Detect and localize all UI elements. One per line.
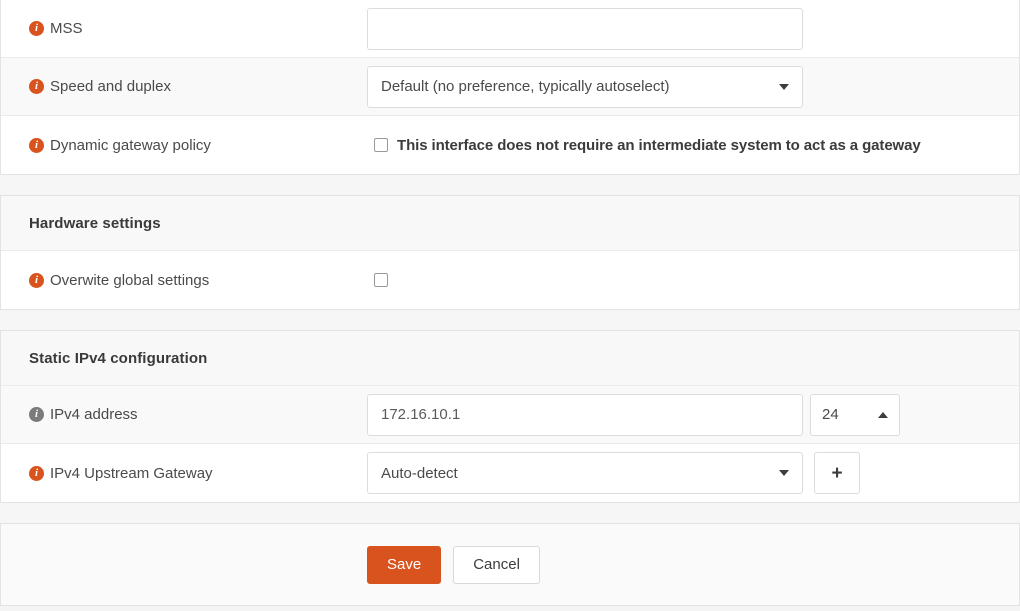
label-cell-dynamic-gateway-policy: i Dynamic gateway policy xyxy=(1,137,367,154)
dynamic-gateway-policy-checkbox-wrap[interactable]: This interface does not require an inter… xyxy=(367,137,921,154)
speed-and-duplex-select[interactable]: Default (no preference, typically autose… xyxy=(367,66,803,108)
section-title: Static IPv4 configuration xyxy=(1,350,207,367)
label-cell-ipv4-address: i IPv4 address xyxy=(1,406,367,423)
row-mss: i MSS xyxy=(1,0,1019,58)
info-icon[interactable]: i xyxy=(29,273,44,288)
field-label-mss: MSS xyxy=(50,20,83,37)
info-icon[interactable]: i xyxy=(29,21,44,36)
control-cell-speed-and-duplex: Default (no preference, typically autose… xyxy=(367,66,1019,108)
section-divider xyxy=(0,502,1020,524)
dynamic-gateway-policy-checkbox[interactable] xyxy=(374,138,388,152)
control-cell-dynamic-gateway-policy: This interface does not require an inter… xyxy=(367,137,1019,154)
chevron-down-icon xyxy=(779,84,789,90)
section-static-ipv4-configuration: Static IPv4 configuration i IPv4 address… xyxy=(0,331,1020,502)
section-interface-settings: i MSS i Speed and duplex Default (no pre… xyxy=(0,0,1020,174)
info-icon[interactable]: i xyxy=(29,138,44,153)
speed-and-duplex-selected-value: Default (no preference, typically autose… xyxy=(381,78,669,95)
label-cell-ipv4-upstream-gateway: i IPv4 Upstream Gateway xyxy=(1,465,367,482)
chevron-up-icon xyxy=(878,412,888,418)
section-title: Hardware settings xyxy=(1,215,161,232)
chevron-down-icon xyxy=(779,470,789,476)
label-cell-mss: i MSS xyxy=(1,20,367,37)
mss-input[interactable] xyxy=(367,8,803,50)
info-icon[interactable]: i xyxy=(29,407,44,422)
control-cell-ipv4-upstream-gateway: Auto-detect + xyxy=(367,452,1019,494)
field-label-ipv4-address: IPv4 address xyxy=(50,406,138,423)
field-label-dynamic-gateway-policy: Dynamic gateway policy xyxy=(50,137,211,154)
section-hardware-settings: Hardware settings i Overwite global sett… xyxy=(0,196,1020,309)
ipv4-upstream-gateway-select[interactable]: Auto-detect xyxy=(367,452,803,494)
section-divider xyxy=(0,174,1020,196)
field-label-overwite-global-settings: Overwite global settings xyxy=(50,272,209,289)
dynamic-gateway-policy-checkbox-label: This interface does not require an inter… xyxy=(397,137,921,154)
row-ipv4-upstream-gateway: i IPv4 Upstream Gateway Auto-detect + xyxy=(1,444,1019,502)
info-icon[interactable]: i xyxy=(29,79,44,94)
control-cell-overwite-global-settings xyxy=(367,273,1019,287)
row-speed-and-duplex: i Speed and duplex Default (no preferenc… xyxy=(1,58,1019,116)
label-cell-speed-and-duplex: i Speed and duplex xyxy=(1,78,367,95)
ipv4-prefix-length-value: 24 xyxy=(822,406,839,423)
label-cell-overwite-global-settings: i Overwite global settings xyxy=(1,272,367,289)
field-label-ipv4-upstream-gateway: IPv4 Upstream Gateway xyxy=(50,465,213,482)
ipv4-upstream-gateway-selected-value: Auto-detect xyxy=(381,465,458,482)
row-ipv4-address: i IPv4 address 24 xyxy=(1,386,1019,444)
add-gateway-button[interactable]: + xyxy=(814,452,860,494)
cancel-button[interactable]: Cancel xyxy=(453,546,540,584)
ipv4-address-input[interactable] xyxy=(367,394,803,436)
control-cell-mss xyxy=(367,8,1019,50)
save-button[interactable]: Save xyxy=(367,546,441,584)
field-label-speed-and-duplex: Speed and duplex xyxy=(50,78,171,95)
overwite-global-settings-checkbox-wrap[interactable] xyxy=(367,273,388,287)
section-header-static-ipv4-configuration: Static IPv4 configuration xyxy=(1,331,1019,386)
info-icon[interactable]: i xyxy=(29,466,44,481)
interface-configuration-form: i MSS i Speed and duplex Default (no pre… xyxy=(0,0,1020,611)
row-overwite-global-settings: i Overwite global settings xyxy=(1,251,1019,309)
plus-icon: + xyxy=(831,464,842,483)
section-divider xyxy=(0,309,1020,331)
row-dynamic-gateway-policy: i Dynamic gateway policy This interface … xyxy=(1,116,1019,174)
ipv4-prefix-length-select[interactable]: 24 xyxy=(810,394,900,436)
section-header-hardware-settings: Hardware settings xyxy=(1,196,1019,251)
form-actions: Save Cancel xyxy=(0,524,1020,606)
overwite-global-settings-checkbox[interactable] xyxy=(374,273,388,287)
control-cell-ipv4-address: 24 xyxy=(367,394,1019,436)
